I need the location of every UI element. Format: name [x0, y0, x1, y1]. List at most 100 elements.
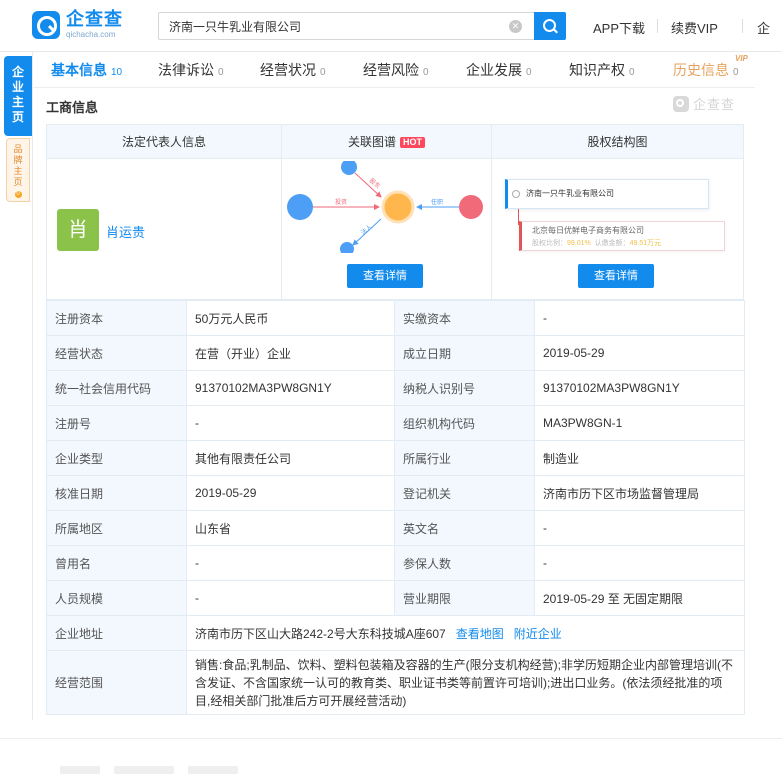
tab-risks[interactable]: 经营风险 0 — [363, 60, 429, 80]
registered-capital: 50万元人民币 — [186, 300, 395, 336]
field-label: 组织机构代码 — [394, 405, 535, 441]
field-label: 经营范围 — [46, 650, 187, 715]
field-label: 登记机关 — [394, 475, 535, 511]
tab-history[interactable]: 历史信息 0 — [673, 60, 739, 80]
graph-edge-label: 任职 — [431, 198, 443, 206]
brand-count-badge: 0 — [14, 191, 22, 198]
approval-date: 2019-05-29 — [186, 475, 395, 511]
search-input[interactable] — [159, 13, 519, 39]
former-name: - — [186, 545, 395, 581]
enterprise-link[interactable]: 企 — [757, 18, 770, 37]
english-name: - — [534, 510, 745, 546]
divider — [491, 125, 492, 301]
registration-authority: 济南市历下区市场监督管理局 — [534, 475, 745, 511]
field-label: 成立日期 — [394, 335, 535, 371]
field-label: 英文名 — [394, 510, 535, 546]
relation-graph[interactable]: 投资 任职 股东 法人 — [283, 161, 489, 253]
side-tab-brand-home[interactable]: 品牌主页 0 — [6, 138, 30, 202]
nav-tabs: 基本信息 10 法律诉讼 0 经营状况 0 经营风险 0 企业发展 0 知识产权 0 历史信… — [33, 52, 755, 88]
field-label: 企业类型 — [46, 440, 187, 476]
tab-development[interactable]: 企业发展 0 — [466, 60, 532, 80]
divider — [0, 738, 782, 739]
search-box: ✕ — [158, 12, 562, 40]
registration-number: - — [186, 405, 395, 441]
app-download-link[interactable]: APP下载 — [593, 18, 645, 37]
view-map-link[interactable]: 查看地图 — [456, 627, 504, 641]
established-date: 2019-05-29 — [534, 335, 745, 371]
equity-company-node[interactable]: 济南一只牛乳业有限公司 — [505, 179, 709, 209]
table-row: 人员规模 - 营业期限 2019-05-29 至 无固定期限 — [46, 580, 745, 616]
field-label: 所属地区 — [46, 510, 187, 546]
industry: 制造业 — [534, 440, 745, 476]
business-term: 2019-05-29 至 无固定期限 — [534, 580, 745, 616]
field-label: 注册资本 — [46, 300, 187, 336]
company-address: 济南市历下区山大路242-2号大东科技城A座607 查看地图 附近企业 — [186, 615, 745, 651]
staff-size: - — [186, 580, 395, 616]
search-button[interactable] — [534, 12, 566, 40]
table-row: 曾用名 - 参保人数 - — [46, 545, 745, 581]
field-label: 企业地址 — [46, 615, 187, 651]
tab-basic-info[interactable]: 基本信息 10 — [51, 60, 122, 80]
logo-domain: qichacha.com — [66, 30, 116, 39]
equity-header: 股权结构图 — [492, 125, 743, 159]
business-status: 在营（开业）企业 — [186, 335, 395, 371]
field-label: 核准日期 — [46, 475, 187, 511]
business-scope: 销售:食品;乳制品、饮料、塑料包装箱及容器的生产(限分支机构经营);非学历短期企… — [186, 650, 745, 715]
divider — [657, 19, 658, 33]
watermark: 企查查 — [673, 94, 735, 113]
business-info-table: 注册资本 50万元人民币 实缴资本 - 经营状态 在营（开业）企业 成立日期 2… — [46, 300, 745, 715]
field-label: 所属行业 — [394, 440, 535, 476]
vip-badge: VIP — [735, 54, 748, 63]
shareholder-name: 北京每日优鲜电子商务有限公司 — [532, 226, 644, 235]
insured-count: - — [534, 545, 745, 581]
table-row: 经营范围 销售:食品;乳制品、饮料、塑料包装箱及容器的生产(限分支机构经营);非… — [46, 650, 745, 715]
view-equity-detail-button[interactable]: 查看详情 — [578, 264, 654, 288]
tab-ip[interactable]: 知识产权 0 — [569, 60, 635, 80]
shareholder-detail: 股权比例：99.01% 认缴金额：49.51万元 — [532, 240, 662, 247]
qichacha-logo[interactable]: 企查查 qichacha.com — [32, 11, 123, 39]
company-type: 其他有限责任公司 — [186, 440, 395, 476]
region: 山东省 — [186, 510, 395, 546]
field-label: 统一社会信用代码 — [46, 370, 187, 406]
section-title: 工商信息 — [46, 100, 99, 115]
field-label: 实缴资本 — [394, 300, 535, 336]
tab-operations[interactable]: 经营状况 0 — [260, 60, 326, 80]
credit-code: 91370102MA3PW8GN1Y — [186, 370, 395, 406]
field-label: 注册号 — [46, 405, 187, 441]
legal-rep-name[interactable]: 肖运贵 — [106, 222, 145, 241]
graph-node — [287, 194, 313, 220]
table-row: 注册号 - 组织机构代码 MA3PW8GN-1 — [46, 405, 745, 441]
logo-text: 企查查 — [66, 9, 123, 30]
field-label: 人员规模 — [46, 580, 187, 616]
graph-edge-label: 法人 — [359, 223, 373, 237]
graph-node-center — [381, 190, 415, 224]
side-tab-company-home[interactable]: 企业主页 — [4, 56, 32, 136]
graph-node — [341, 161, 357, 175]
logo-icon — [673, 95, 689, 112]
nearby-companies-link[interactable]: 附近企业 — [514, 627, 562, 641]
renew-vip-link[interactable]: 续费VIP — [671, 18, 718, 37]
paid-capital: - — [534, 300, 745, 336]
divider — [281, 125, 282, 301]
table-row: 注册资本 50万元人民币 实缴资本 - — [46, 300, 745, 336]
field-label: 营业期限 — [394, 580, 535, 616]
related-graph-header: 关联图谱 HOT — [282, 125, 491, 159]
legal-rep-header: 法定代表人信息 — [47, 125, 281, 159]
clear-icon[interactable]: ✕ — [509, 20, 522, 33]
graph-edge-label: 投资 — [335, 198, 347, 206]
view-graph-detail-button[interactable]: 查看详情 — [347, 264, 423, 288]
tab-lawsuits[interactable]: 法律诉讼 0 — [158, 60, 224, 80]
table-row: 核准日期 2019-05-29 登记机关 济南市历下区市场监督管理局 — [46, 475, 745, 511]
equity-shareholder-node[interactable]: 北京每日优鲜电子商务有限公司 股权比例：99.01% 认缴金额：49.51万元 — [519, 221, 725, 251]
graph-edge-label: 股东 — [368, 176, 382, 190]
divider — [32, 52, 33, 720]
table-row: 所属地区 山东省 英文名 - — [46, 510, 745, 546]
organization-code: MA3PW8GN-1 — [534, 405, 745, 441]
table-row: 企业地址 济南市历下区山大路242-2号大东科技城A座607 查看地图 附近企业 — [46, 615, 745, 651]
graph-node — [459, 195, 483, 219]
divider — [742, 19, 743, 33]
field-label: 经营状态 — [46, 335, 187, 371]
graph-node — [340, 242, 354, 253]
avatar: 肖 — [57, 209, 99, 251]
table-row: 企业类型 其他有限责任公司 所属行业 制造业 — [46, 440, 745, 476]
